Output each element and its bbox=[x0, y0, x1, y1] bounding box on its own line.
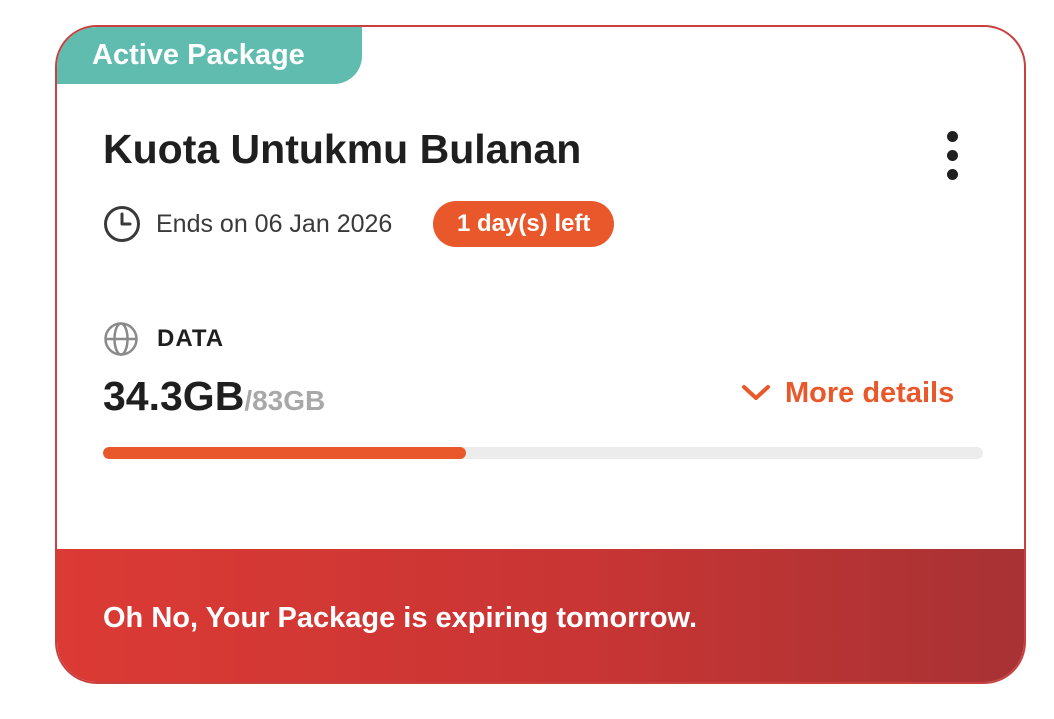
data-total-value: /83GB bbox=[244, 385, 326, 416]
days-left-badge: 1 day(s) left bbox=[433, 201, 615, 247]
active-package-tag: Active Package bbox=[57, 27, 362, 84]
data-usage: 34.3GB/83GB bbox=[103, 371, 325, 431]
expiry-warning-text: Oh No, Your Package is expiring tomorrow… bbox=[103, 602, 698, 634]
package-title: Kuota Untukmu Bulanan bbox=[103, 126, 582, 172]
clock-icon bbox=[104, 206, 140, 242]
expiry-date-text: Ends on 06 Jan 2026 bbox=[156, 210, 393, 238]
kebab-menu-icon[interactable] bbox=[937, 131, 967, 181]
data-used-value: 34.3GB bbox=[103, 373, 245, 419]
more-details-label: More details bbox=[785, 376, 955, 409]
expiry-warning-banner: Oh No, Your Package is expiring tomorrow… bbox=[57, 549, 1024, 682]
active-package-card: Active Package Kuota Untukmu Bulanan End… bbox=[55, 25, 1026, 684]
data-section-label: DATA bbox=[157, 325, 225, 352]
globe-icon bbox=[104, 322, 138, 356]
chevron-down-icon bbox=[742, 385, 770, 400]
more-details-button[interactable]: More details bbox=[741, 373, 954, 413]
data-progress-fill bbox=[103, 447, 467, 459]
data-progress-bar bbox=[103, 447, 983, 459]
